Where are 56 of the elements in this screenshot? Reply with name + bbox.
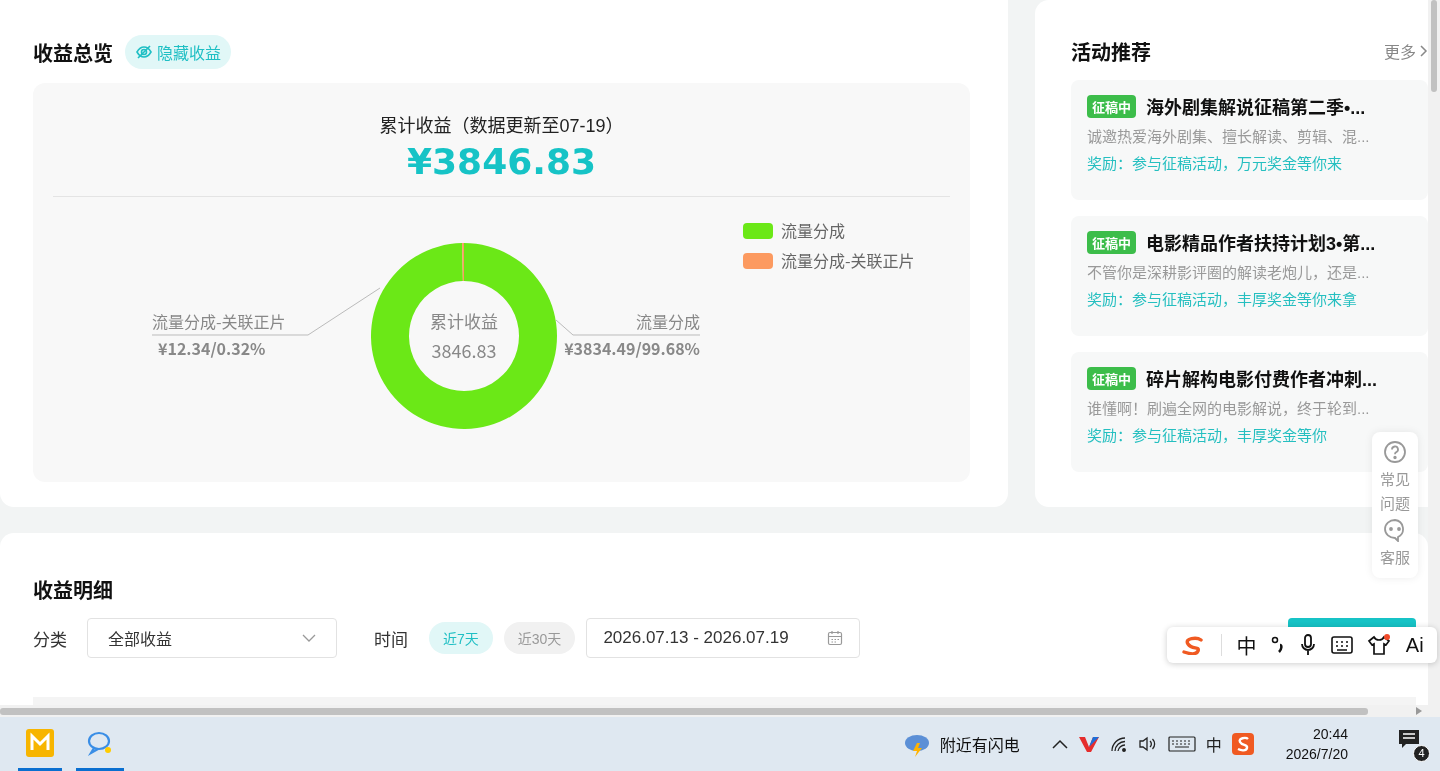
- more-link[interactable]: 更多: [1384, 39, 1428, 63]
- scroll-right-icon[interactable]: [1416, 707, 1422, 715]
- date-range-field[interactable]: 2026.07.13 - 2026.07.19: [586, 618, 861, 658]
- activity-description: 不管你是深耕影评圈的解读老炮儿，还是...: [1087, 263, 1371, 282]
- donut-center-label: 累计收益: [430, 308, 498, 333]
- calendar-icon: [827, 630, 844, 646]
- input-mode-indicator[interactable]: 中: [1205, 732, 1222, 756]
- activity-card[interactable]: 征稿中 电影精品作者扶持计划3•第... 不管你是深耕影评圈的解读老炮儿，还是... 奖励：参与征稿活动，丰厚奖金等你来拿: [1071, 216, 1428, 336]
- message-icon: [1398, 728, 1420, 749]
- section-title: 收益明细: [33, 579, 114, 604]
- ime-mode-button[interactable]: 中: [1236, 630, 1257, 660]
- keyboard-icon[interactable]: [1330, 636, 1353, 654]
- activity-title: 海外剧集解说征稿第二季•...: [1146, 97, 1366, 119]
- chevron-right-icon: [1418, 44, 1428, 58]
- section-title: 收益总览: [33, 41, 113, 67]
- slice-value: ¥12.34/0.32%: [158, 336, 266, 360]
- help-icon: [1383, 440, 1407, 464]
- punctuation-icon[interactable]: [1271, 635, 1286, 655]
- slice-value: ¥3834.49/99.68%: [564, 336, 700, 360]
- microphone-icon[interactable]: [1299, 634, 1316, 656]
- taskbar-clock[interactable]: 20:44 2026/7/20: [1279, 723, 1354, 765]
- category-label: 分类: [33, 629, 67, 651]
- eye-slash-icon: [135, 43, 153, 61]
- status-tag: 征稿中: [1087, 94, 1136, 118]
- wifi-icon[interactable]: [1109, 736, 1128, 752]
- status-tag: 征稿中: [1087, 366, 1136, 390]
- category-select[interactable]: 全部收益: [87, 618, 337, 658]
- shirt-icon[interactable]: [1367, 634, 1392, 656]
- activity-reward: 奖励：参与征稿活动，丰厚奖金等你: [1087, 426, 1328, 445]
- activity-reward: 奖励：参与征稿活动，丰厚奖金等你来拿: [1087, 290, 1358, 309]
- donut-center-value: 3846.83: [431, 337, 497, 363]
- app-tray-icon[interactable]: [1077, 735, 1100, 753]
- slice-label: 流量分成: [636, 309, 700, 333]
- total-earnings-label: 累计收益（数据更新至07-19）: [379, 115, 624, 137]
- weather-widget[interactable]: 附近有闪电: [895, 730, 1026, 758]
- activity-description: 谁懂啊！刷遍全网的电影解说，终于轮到...: [1087, 399, 1371, 418]
- notification-button[interactable]: 4: [1394, 726, 1430, 762]
- activity-card[interactable]: 征稿中 海外剧集解说征稿第二季•... 诚邀热爱海外剧集、擅长解读、剪辑、混... 奖励：参与征稿活动，万元奖金等你来: [1071, 80, 1428, 200]
- sogou-ime-icon[interactable]: [1231, 733, 1254, 755]
- status-tag: 征稿中: [1087, 230, 1136, 254]
- legend-label: 流量分成: [781, 218, 845, 242]
- activity-title: 电影精品作者扶持计划3•第...: [1146, 233, 1376, 255]
- speaker-icon[interactable]: [1137, 736, 1158, 752]
- chat-bubble-icon: [1383, 518, 1407, 542]
- slice-label: 流量分成-关联正片: [152, 309, 286, 333]
- chevron-down-icon: [302, 634, 316, 642]
- legend-label: 流量分成-关联正片: [781, 248, 915, 272]
- activity-card[interactable]: 征稿中 碎片解构电影付费作者冲刺... 谁懂啊！刷遍全网的电影解说，终于轮到... 奖励：参与征稿活动，丰厚奖金等你: [1071, 352, 1428, 472]
- activity-description: 诚邀热爱海外剧集、擅长解读、剪辑、混...: [1087, 127, 1371, 146]
- chevron-up-icon[interactable]: [1051, 739, 1068, 749]
- total-earnings-amount: ¥3846.83: [407, 141, 596, 182]
- section-title: 活动推荐: [1071, 40, 1151, 66]
- time-label: 时间: [374, 629, 408, 651]
- activity-title: 碎片解构电影付费作者冲刺...: [1146, 369, 1378, 391]
- activity-reward: 奖励：参与征稿活动，万元奖金等你来: [1087, 154, 1343, 173]
- ai-button[interactable]: Ai: [1405, 633, 1424, 657]
